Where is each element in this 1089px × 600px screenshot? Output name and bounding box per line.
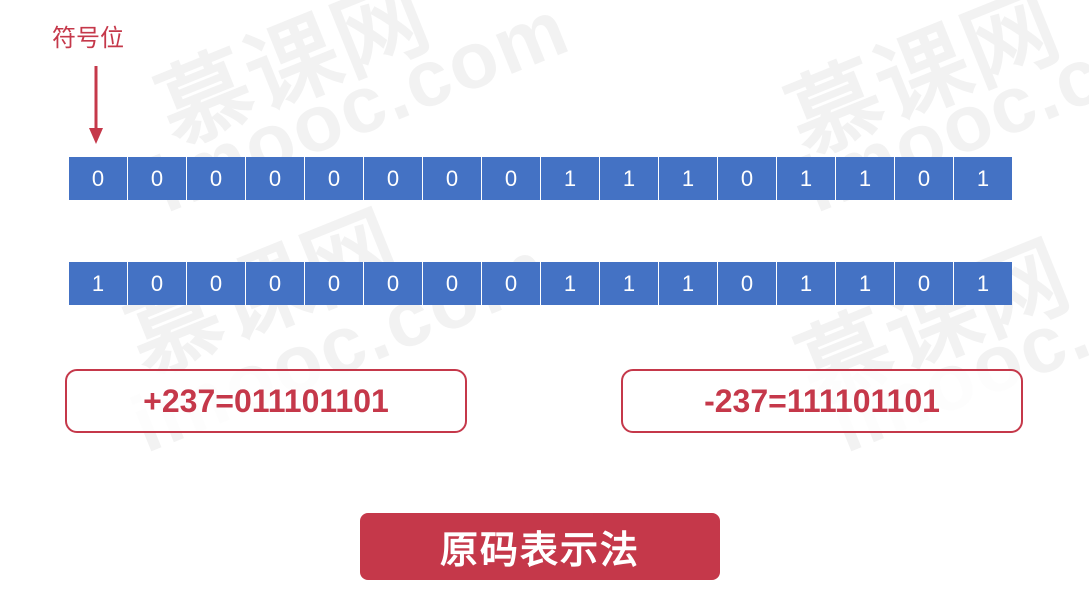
- bit-cell: 1: [541, 157, 600, 200]
- bit-cell: 0: [187, 157, 246, 200]
- bit-cell: 0: [128, 262, 187, 305]
- watermark-brand-cn-2: 慕课网: [774, 0, 1075, 175]
- positive-equation-box: +237=011101101: [65, 369, 467, 433]
- bit-cell: 1: [659, 157, 718, 200]
- bit-cell: 0: [895, 262, 954, 305]
- bit-cell: 1: [659, 262, 718, 305]
- bit-cell: 0: [305, 262, 364, 305]
- bit-cell: 0: [305, 157, 364, 200]
- bit-cell: 1: [600, 157, 659, 200]
- bit-cell: 0: [364, 157, 423, 200]
- bit-cell: 0: [482, 262, 541, 305]
- bit-cell: 1: [777, 262, 836, 305]
- title-banner: 原码表示法: [360, 513, 720, 580]
- bit-cell: 1: [541, 262, 600, 305]
- bit-cell: 0: [364, 262, 423, 305]
- bit-cell: 0: [423, 262, 482, 305]
- negative-equation-box: -237=111101101: [621, 369, 1023, 433]
- watermark-brand-en-3: imooc.com: [119, 221, 561, 470]
- bit-cell: 1: [69, 262, 128, 305]
- bit-cell: 1: [954, 262, 1012, 305]
- bit-cell: 1: [836, 157, 895, 200]
- bit-cell: 0: [895, 157, 954, 200]
- down-arrow-icon: [89, 66, 103, 144]
- bit-row-negative: 1 0 0 0 0 0 0 0 1 1 1 0 1 1 0 1: [69, 262, 1012, 305]
- bit-cell: 1: [600, 262, 659, 305]
- bit-cell: 0: [718, 262, 777, 305]
- bit-cell: 1: [777, 157, 836, 200]
- bit-cell: 1: [954, 157, 1012, 200]
- bit-cell: 0: [187, 262, 246, 305]
- bit-cell: 0: [423, 157, 482, 200]
- watermark-brand-en-4: imooc.com: [819, 221, 1089, 470]
- bit-cell: 0: [246, 157, 305, 200]
- bit-cell: 0: [246, 262, 305, 305]
- bit-cell: 1: [836, 262, 895, 305]
- watermark-brand-cn-1: 慕课网: [144, 0, 445, 165]
- bit-cell: 0: [69, 157, 128, 200]
- bit-cell: 0: [128, 157, 187, 200]
- bit-row-positive: 0 0 0 0 0 0 0 0 1 1 1 0 1 1 0 1: [69, 157, 1012, 200]
- bit-cell: 0: [718, 157, 777, 200]
- sign-bit-label: 符号位: [52, 25, 124, 52]
- bit-cell: 0: [482, 157, 541, 200]
